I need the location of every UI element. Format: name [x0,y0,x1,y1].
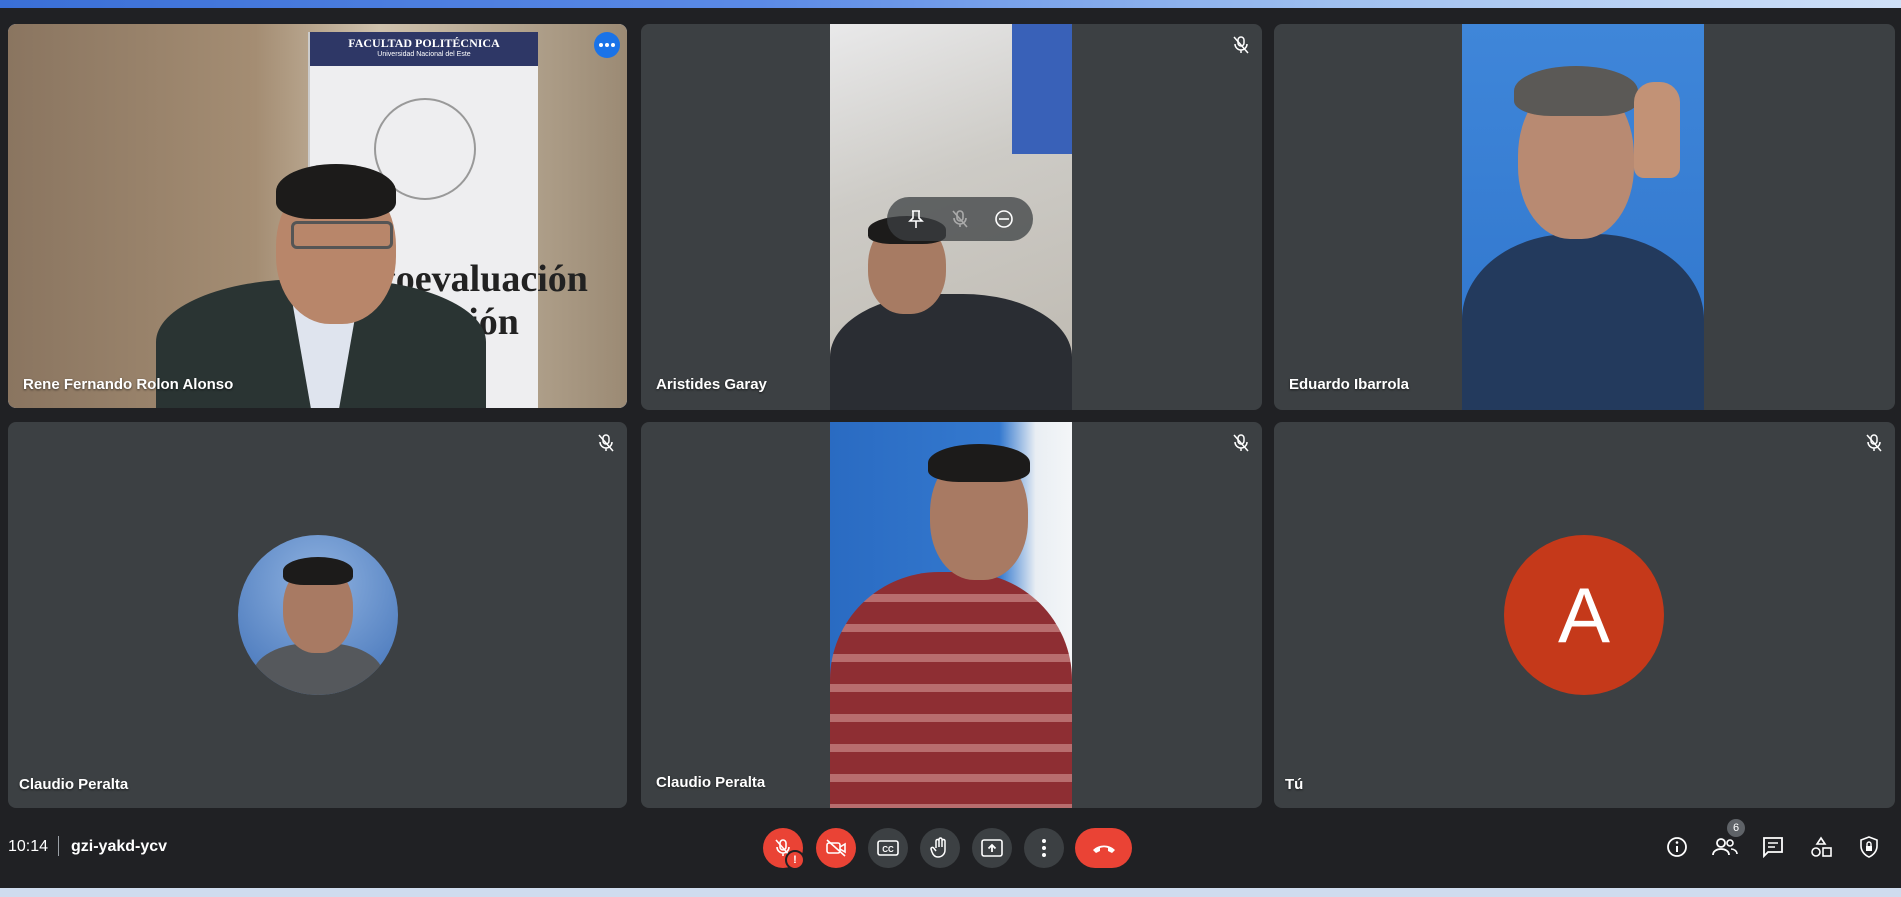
participant-count-badge: 6 [1727,819,1745,837]
activities-button[interactable] [1806,832,1836,862]
person-hair [283,557,353,585]
participant-tile-claudio-2[interactable]: Claudio Peralta [641,422,1262,808]
raised-hand [1634,82,1680,178]
glasses [291,221,393,249]
participant-tile-rene[interactable]: FACULTAD POLITÉCNICA Universidad Naciona… [8,24,627,408]
people-icon [1712,838,1738,856]
participant-name: Claudio Peralta [656,774,766,791]
present-screen-button[interactable] [972,828,1012,868]
mute-participant-icon[interactable] [945,204,975,234]
mic-toggle-button[interactable]: ! [763,828,805,870]
present-screen-icon [981,839,1003,857]
host-controls-button[interactable] [1854,832,1884,862]
raise-hand-icon [930,837,946,858]
person-hair [1514,66,1638,116]
pin-icon[interactable] [901,204,931,234]
participant-tile-claudio-1[interactable]: Claudio Peralta [8,422,627,808]
banner-line-1: FACULTAD POLITÉCNICA [348,36,500,50]
captions-button[interactable]: CC [868,828,908,868]
more-vert-icon [1042,839,1046,857]
participant-tile-self[interactable]: A Tú [1274,422,1895,808]
video-feed [1462,24,1704,410]
mic-warning-badge: ! [785,850,805,870]
mic-off-icon [1863,432,1885,454]
participant-name: Aristides Garay [656,376,767,393]
participant-name: Eduardo Ibarrola [1289,376,1410,393]
camera-toggle-button[interactable] [816,828,856,868]
meeting-info-button[interactable] [1662,832,1692,862]
svg-text:CC: CC [882,845,894,854]
chat-icon [1763,837,1783,858]
camera-off-icon [826,839,846,857]
chat-button[interactable] [1758,832,1788,862]
mic-off-icon [1230,34,1252,56]
participant-tile-eduardo[interactable]: Eduardo Ibarrola [1274,24,1895,410]
mic-off-icon [1230,432,1252,454]
participant-name: Tú [1285,776,1304,793]
participant-tile-aristides[interactable]: Aristides Garay [641,24,1262,410]
person-body [830,572,1072,808]
participant-name: Rene Fernando Rolon Alonso [23,376,234,393]
banner-line-2: Universidad Nacional del Este [377,51,471,58]
tile-options-button[interactable] [594,32,620,58]
meeting-time: 10:14 [8,838,49,855]
person-hair [276,164,396,219]
end-call-button[interactable] [1075,828,1132,868]
participant-name: Claudio Peralta [19,776,129,793]
end-call-icon [1092,845,1115,853]
meeting-code[interactable]: gzi-yakd-ycv [71,838,167,856]
mic-off-icon [595,432,617,454]
host-controls-icon [1860,836,1878,858]
self-avatar: A [1504,535,1664,695]
person-body [830,294,1072,410]
remove-participant-icon[interactable] [989,204,1019,234]
info-icon [1667,837,1687,857]
person-hair [928,444,1030,482]
browser-top-strip [0,0,1901,8]
wall-corner [1012,24,1072,154]
more-options-button[interactable] [1024,828,1064,868]
video-feed [830,422,1072,808]
tile-hover-controls [887,197,1033,241]
person-body [1462,234,1704,410]
activities-icon [1811,836,1832,857]
captions-icon: CC [877,840,899,856]
video-feed: FACULTAD POLITÉCNICA Universidad Naciona… [8,24,627,408]
divider [58,836,59,856]
profile-photo [238,535,398,695]
browser-bottom-strip [0,888,1901,897]
raise-hand-button[interactable] [920,828,960,868]
